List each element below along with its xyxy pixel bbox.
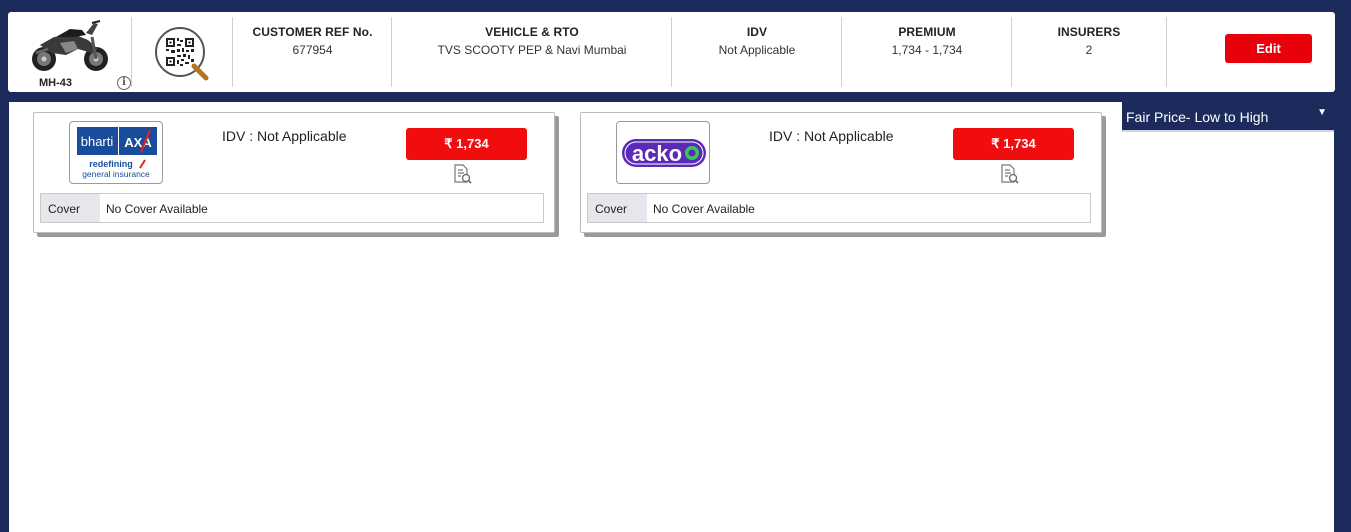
insurers-label: INSURERS (1057, 25, 1121, 39)
customer-ref-value: 677954 (292, 43, 333, 57)
customer-ref-label: CUSTOMER REF No. (252, 25, 373, 39)
cover-row: Cover No Cover Available (40, 193, 544, 223)
cover-value: No Cover Available (653, 202, 755, 216)
insurers-block: INSURERS 2 (1012, 25, 1166, 57)
sort-dropdown[interactable]: Fair Price- Low to High ▼ (1122, 101, 1334, 132)
vehicle-rto-label: VEHICLE & RTO (485, 25, 579, 39)
acko-logo: acko (622, 139, 706, 167)
sort-selected-value: Fair Price- Low to High (1126, 109, 1269, 125)
quote-card: bharti AXA redefining general insurance … (33, 112, 555, 233)
chevron-down-icon: ▼ (1317, 107, 1327, 118)
qr-search-icon (155, 27, 209, 81)
policy-document-icon[interactable] (999, 164, 1019, 189)
header-divider (1166, 17, 1167, 87)
info-icon[interactable]: i (117, 76, 131, 90)
bharti-subtagline: general insurance (82, 169, 150, 179)
edit-button[interactable]: Edit (1225, 34, 1312, 63)
header-divider (232, 17, 233, 87)
cover-row: Cover No Cover Available (587, 193, 1091, 223)
bharti-tagline: redefining (89, 159, 133, 169)
idv-value: Not Applicable (718, 43, 796, 57)
insurer-logo-acko: acko (616, 121, 710, 184)
premium-block: PREMIUM 1,734 - 1,734 (842, 25, 1012, 57)
cover-value: No Cover Available (106, 202, 208, 216)
quote-idv: IDV : Not Applicable (222, 128, 347, 144)
vehicle-block: MH-43 i (22, 12, 134, 92)
vehicle-rto-value: TVS SCOOTY PEP & Navi Mumbai (437, 43, 627, 57)
cover-label: Cover (41, 194, 100, 222)
premium-label: PREMIUM (898, 25, 956, 39)
premium-value: 1,734 - 1,734 (891, 43, 963, 57)
policy-document-icon[interactable] (452, 164, 472, 189)
buy-price-button[interactable]: ₹ 1,734 (406, 128, 527, 160)
customer-ref-block: CUSTOMER REF No. 677954 (242, 25, 383, 57)
insurer-logo-bharti-axa: bharti AXA redefining general insurance (69, 121, 163, 184)
idv-block: IDV Not Applicable (672, 25, 842, 57)
vehicle-code: MH-43 (39, 77, 73, 89)
idv-label: IDV (746, 25, 768, 39)
insurers-count: 2 (1085, 43, 1093, 57)
acko-brand-text: acko (632, 141, 682, 166)
cover-label: Cover (588, 194, 647, 222)
quote-card: acko IDV : Not Applicable ₹ 1,734 Cover … (580, 112, 1102, 233)
bharti-axa-logo: bharti AXA redefining general insurance (77, 127, 157, 179)
qr-search-button[interactable] (154, 26, 212, 89)
quote-idv: IDV : Not Applicable (769, 128, 894, 144)
motorcycle-icon (32, 20, 108, 71)
header-divider (131, 17, 132, 87)
buy-price-button[interactable]: ₹ 1,734 (953, 128, 1074, 160)
quote-summary-header: MH-43 i CUSTOMER REF No. 677954 VEHICLE … (8, 12, 1335, 92)
vehicle-rto-block: VEHICLE & RTO TVS SCOOTY PEP & Navi Mumb… (392, 25, 672, 57)
bharti-brand-text: bharti (81, 134, 114, 149)
